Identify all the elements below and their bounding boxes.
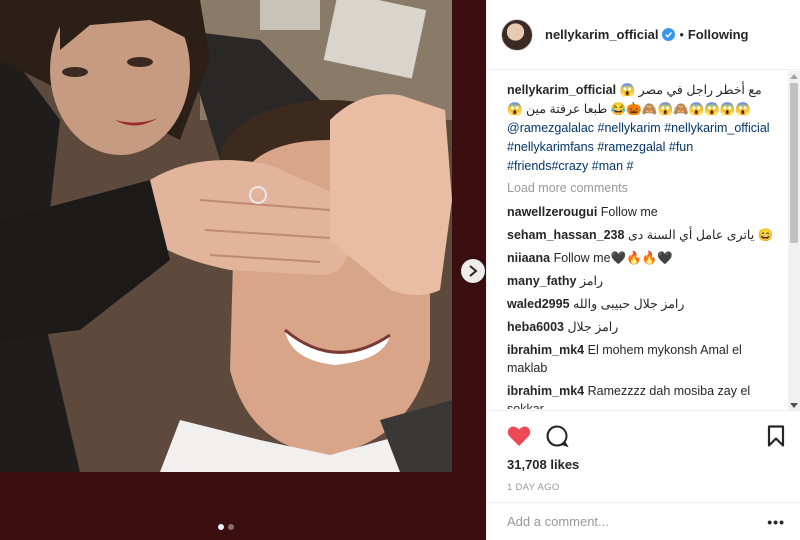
comment-item: seham_hassan_238 ياترى عامل أي السنة دى … [507, 226, 775, 244]
add-comment-section: ••• [487, 502, 800, 540]
comment-username[interactable]: ibrahim_mk4 [507, 343, 584, 357]
comment-text: رامز جلال [567, 320, 619, 334]
comment-item: nawellzerougui Follow me [507, 203, 775, 221]
next-photo-button[interactable] [461, 259, 485, 283]
bookmark-icon [767, 425, 785, 447]
likes-count[interactable]: 31,708 likes [507, 457, 785, 472]
comment-username[interactable]: niiaana [507, 251, 550, 265]
comments-list[interactable]: nellykarim_official مع أخطر راجل في مصر … [487, 71, 787, 409]
caption-username[interactable]: nellykarim_official [507, 83, 616, 97]
post-photo[interactable] [0, 0, 452, 472]
comment-item: ibrahim_mk4 Ramezzzz dah mosiba zay el s… [507, 382, 775, 409]
header-separator: • [679, 27, 684, 42]
comment-username[interactable]: nawellzerougui [507, 205, 597, 219]
action-icons [507, 423, 785, 449]
comment-text: ياترى عامل أي السنة دى 😄 [627, 228, 774, 242]
photo-illustration [0, 0, 452, 472]
comment-username[interactable]: waled2995 [507, 297, 570, 311]
comment-text: رامز جلال حبيبى والله [573, 297, 685, 311]
carousel-indicator [218, 524, 234, 530]
instagram-post: nellykarim_official • Following nellykar… [0, 0, 800, 540]
comment-username[interactable]: heba6003 [507, 320, 564, 334]
post-timestamp[interactable]: 1 DAY AGO [507, 482, 785, 493]
load-more-comments-button[interactable]: Load more comments [507, 181, 775, 195]
comment-text: Follow me [600, 205, 658, 219]
comment-username[interactable]: ibrahim_mk4 [507, 384, 584, 398]
post-sidebar: nellykarim_official • Following nellykar… [486, 0, 800, 540]
heart-icon [507, 426, 531, 446]
like-button[interactable] [507, 425, 531, 447]
post-header: nellykarim_official • Following [487, 0, 800, 70]
add-comment-input[interactable] [507, 514, 768, 529]
comment-text: Follow me🖤🔥🔥🖤 [553, 251, 673, 265]
more-options-icon[interactable]: ••• [767, 514, 785, 530]
carousel-dot-active [218, 524, 224, 530]
post-caption: nellykarim_official مع أخطر راجل في مصر … [507, 81, 775, 176]
comment-item: many_fathy رامز [507, 272, 775, 290]
comments-scrollbar[interactable] [788, 71, 800, 411]
carousel-dot [228, 524, 234, 530]
comment-item: waled2995 رامز جلال حبيبى والله [507, 295, 775, 313]
comment-text: رامز [579, 274, 604, 288]
scroll-down-arrow-icon[interactable] [790, 403, 798, 408]
scrollbar-thumb[interactable] [790, 83, 798, 243]
comment-username[interactable]: seham_hassan_238 [507, 228, 624, 242]
comment-item: niiaana Follow me🖤🔥🔥🖤 [507, 249, 775, 267]
save-button[interactable] [767, 425, 785, 447]
chevron-right-icon [469, 265, 478, 277]
comment-item: ibrahim_mk4 El mohem mykonsh Amal el mak… [507, 341, 775, 377]
verified-badge-icon [662, 28, 676, 41]
post-media [0, 0, 486, 540]
comment-username[interactable]: many_fathy [507, 274, 576, 288]
following-button[interactable]: Following [688, 27, 749, 42]
scroll-up-arrow-icon[interactable] [790, 74, 798, 79]
post-actions: 31,708 likes 1 DAY AGO [487, 410, 800, 493]
author-username[interactable]: nellykarim_official [545, 27, 658, 42]
comment-button[interactable] [545, 424, 569, 448]
avatar[interactable] [501, 18, 533, 51]
comment-item: heba6003 رامز جلال [507, 318, 775, 336]
comment-bubble-icon [546, 425, 569, 448]
caption-hashtags[interactable]: @ramezgalalac #nellykarim #nellykarim_of… [507, 119, 775, 176]
